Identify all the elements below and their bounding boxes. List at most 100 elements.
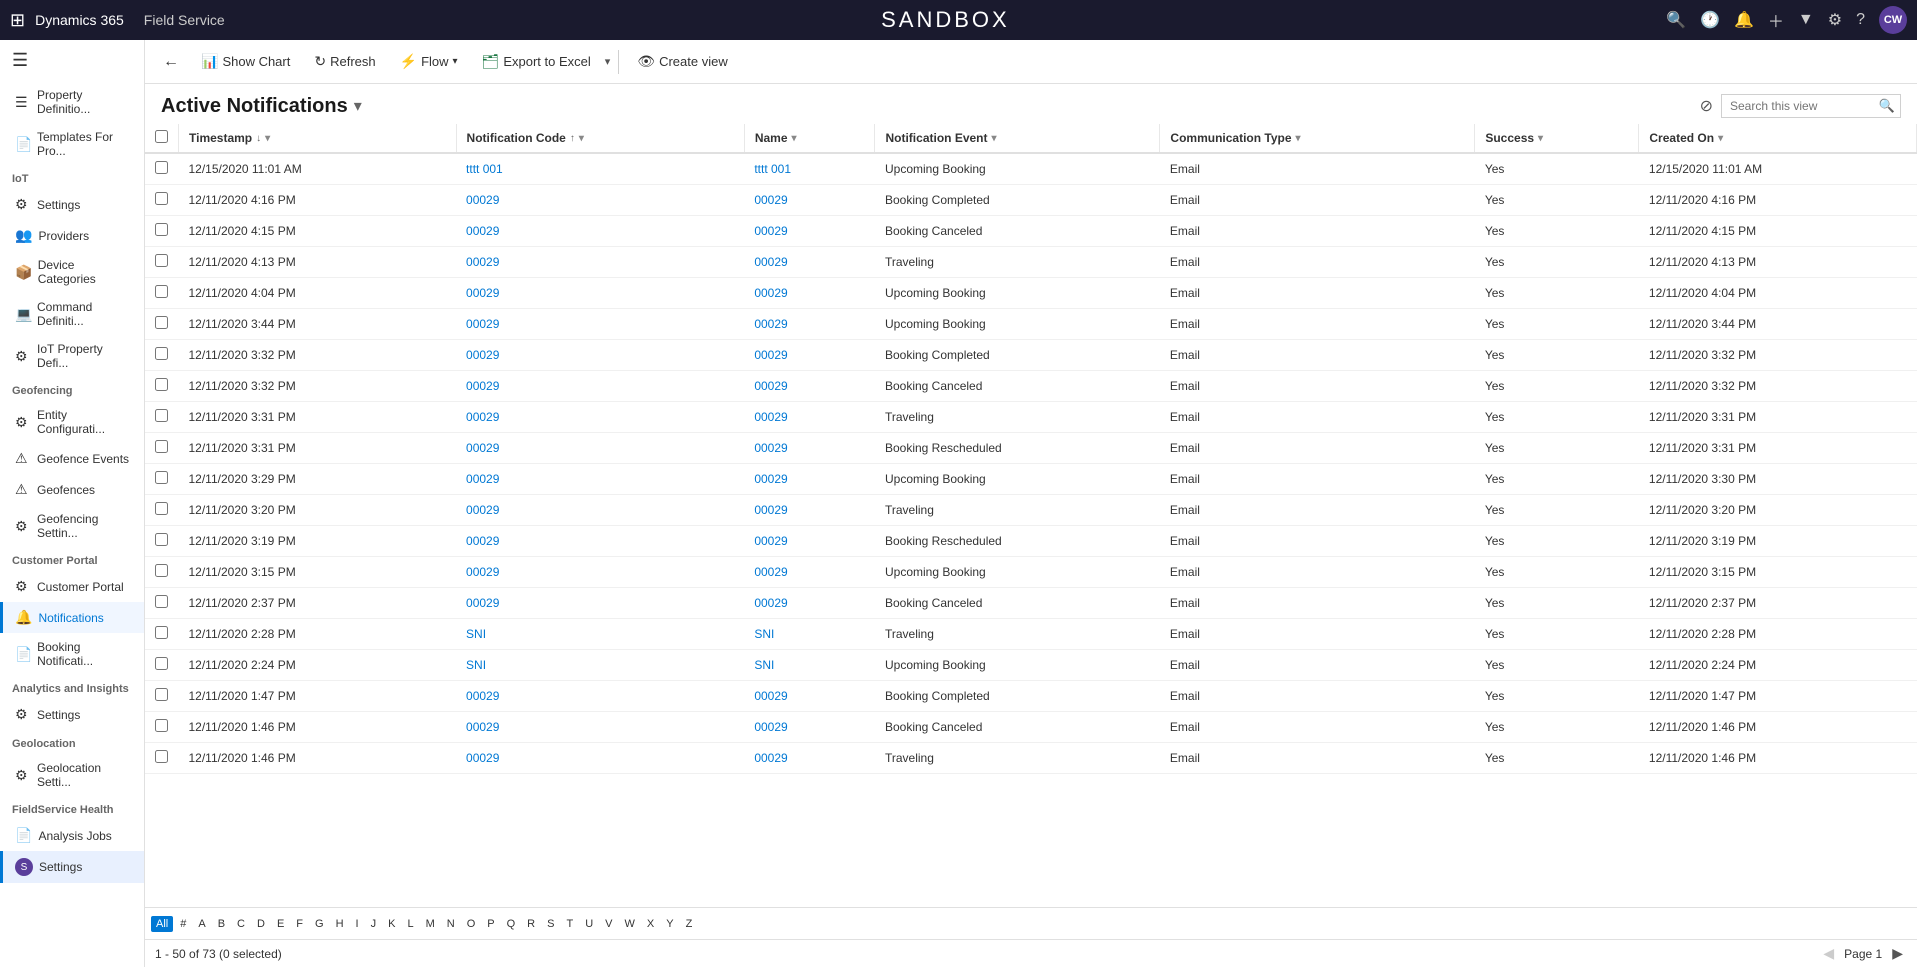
row-checkbox[interactable] <box>155 657 168 670</box>
row-checkbox[interactable] <box>155 502 168 515</box>
notification-code-link[interactable]: 00029 <box>466 534 499 548</box>
name-link[interactable]: 00029 <box>754 751 787 765</box>
col-created-on[interactable]: Created On ▾ <box>1639 124 1917 153</box>
name-link[interactable]: 00029 <box>754 410 787 424</box>
sidebar-item-providers[interactable]: 👥 Providers <box>0 220 144 251</box>
name-link[interactable]: 00029 <box>754 379 787 393</box>
alpha-btn-t[interactable]: T <box>561 916 578 932</box>
notification-code-link[interactable]: 00029 <box>466 472 499 486</box>
export-excel-button[interactable]: 🗂 Export to Excel <box>472 48 601 75</box>
search-input[interactable] <box>1721 94 1901 118</box>
notification-code-link[interactable]: 00029 <box>466 255 499 269</box>
name-link[interactable]: 00029 <box>754 255 787 269</box>
name-link[interactable]: 00029 <box>754 565 787 579</box>
header-filter-icon[interactable]: ⊘ <box>1700 96 1713 116</box>
alpha-btn-o[interactable]: O <box>462 916 481 932</box>
row-checkbox[interactable] <box>155 254 168 267</box>
notification-code-link[interactable]: 00029 <box>466 317 499 331</box>
gear-icon[interactable]: ⚙ <box>1828 10 1842 30</box>
alpha-btn-v[interactable]: V <box>600 916 617 932</box>
name-link[interactable]: 00029 <box>754 286 787 300</box>
notification-code-link[interactable]: 00029 <box>466 751 499 765</box>
alpha-btn-q[interactable]: Q <box>502 916 521 932</box>
apps-icon[interactable]: ⊞ <box>10 10 25 31</box>
notification-code-link[interactable]: 00029 <box>466 286 499 300</box>
row-checkbox[interactable] <box>155 471 168 484</box>
filter-icon[interactable]: ▼ <box>1798 11 1814 29</box>
alpha-btn-j[interactable]: J <box>366 916 382 932</box>
row-checkbox[interactable] <box>155 316 168 329</box>
sidebar-item-geofencing-settings[interactable]: ⚙ Geofencing Settin... <box>0 505 144 547</box>
bell-icon[interactable]: 🔔 <box>1734 10 1754 30</box>
sidebar-item-iot-property[interactable]: ⚙ IoT Property Defi... <box>0 335 144 377</box>
row-checkbox[interactable] <box>155 564 168 577</box>
alpha-btn-all[interactable]: All <box>151 916 173 932</box>
sidebar-item-settings-bottom[interactable]: S Settings <box>0 851 144 883</box>
hamburger-menu[interactable]: ☰ <box>0 40 144 81</box>
alpha-btn-f[interactable]: F <box>291 916 308 932</box>
name-link[interactable]: tttt 001 <box>754 162 791 176</box>
alpha-btn-p[interactable]: P <box>482 916 499 932</box>
notification-code-link[interactable]: 00029 <box>466 689 499 703</box>
name-link[interactable]: 00029 <box>754 224 787 238</box>
sidebar-item-analysis-jobs[interactable]: 📄 Analysis Jobs <box>0 820 144 851</box>
sidebar-item-customer-portal[interactable]: ⚙ Customer Portal <box>0 571 144 602</box>
col-success-filter-icon[interactable]: ▾ <box>1538 133 1543 144</box>
alpha-btn-y[interactable]: Y <box>661 916 678 932</box>
row-checkbox[interactable] <box>155 409 168 422</box>
search-icon[interactable]: 🔍 <box>1879 98 1895 114</box>
name-link[interactable]: 00029 <box>754 720 787 734</box>
row-checkbox[interactable] <box>155 347 168 360</box>
alpha-btn-h[interactable]: H <box>331 916 349 932</box>
alpha-btn-s[interactable]: S <box>542 916 559 932</box>
name-link[interactable]: SNI <box>754 658 774 672</box>
notification-code-link[interactable]: 00029 <box>466 596 499 610</box>
sidebar-item-booking-notif[interactable]: 📄 Booking Notificati... <box>0 633 144 675</box>
row-checkbox[interactable] <box>155 161 168 174</box>
alpha-btn-i[interactable]: I <box>351 916 364 932</box>
row-checkbox[interactable] <box>155 719 168 732</box>
name-link[interactable]: 00029 <box>754 596 787 610</box>
row-checkbox[interactable] <box>155 192 168 205</box>
create-view-button[interactable]: 👁 Create view <box>627 48 737 75</box>
col-timestamp[interactable]: Timestamp ↓ ▾ <box>179 124 457 153</box>
show-chart-button[interactable]: 📊 Show Chart <box>191 48 300 75</box>
alpha-btn-g[interactable]: G <box>310 916 329 932</box>
alpha-btn-a[interactable]: A <box>193 916 210 932</box>
alpha-btn-d[interactable]: D <box>252 916 270 932</box>
sidebar-item-entity-config[interactable]: ⚙ Entity Configurati... <box>0 401 144 443</box>
alpha-btn-k[interactable]: K <box>383 916 400 932</box>
row-checkbox[interactable] <box>155 223 168 236</box>
col-notif-event-filter-icon[interactable]: ▾ <box>992 133 997 144</box>
name-link[interactable]: 00029 <box>754 193 787 207</box>
notification-code-link[interactable]: 00029 <box>466 410 499 424</box>
page-title-chevron-icon[interactable]: ▾ <box>354 96 362 116</box>
alpha-btn-l[interactable]: L <box>402 916 418 932</box>
name-link[interactable]: 00029 <box>754 317 787 331</box>
col-notification-code[interactable]: Notification Code ↑ ▾ <box>456 124 744 153</box>
row-checkbox[interactable] <box>155 378 168 391</box>
flow-button[interactable]: ⚡ Flow ▾ <box>390 48 468 75</box>
alpha-btn-u[interactable]: U <box>580 916 598 932</box>
alpha-btn-n[interactable]: N <box>442 916 460 932</box>
notification-code-link[interactable]: 00029 <box>466 193 499 207</box>
search-icon[interactable]: 🔍 <box>1666 10 1686 30</box>
row-checkbox[interactable] <box>155 750 168 763</box>
col-notif-code-filter-icon[interactable]: ▾ <box>579 133 584 144</box>
select-all-checkbox[interactable] <box>155 130 168 143</box>
notification-code-link[interactable]: 00029 <box>466 720 499 734</box>
sort-down-icon[interactable]: ↓ <box>256 133 261 144</box>
help-icon[interactable]: ? <box>1856 11 1865 29</box>
row-checkbox[interactable] <box>155 626 168 639</box>
notification-code-link[interactable]: 00029 <box>466 348 499 362</box>
alpha-btn-w[interactable]: W <box>620 916 640 932</box>
sidebar-item-command-def[interactable]: 💻 Command Definiti... <box>0 293 144 335</box>
col-communication-type[interactable]: Communication Type ▾ <box>1160 124 1475 153</box>
notification-code-link[interactable]: 00029 <box>466 565 499 579</box>
sidebar-item-device-categories[interactable]: 📦 Device Categories <box>0 251 144 293</box>
alpha-btn-e[interactable]: E <box>272 916 289 932</box>
export-chevron-icon[interactable]: ▾ <box>605 55 611 68</box>
sidebar-item-geofences[interactable]: ⚠ Geofences <box>0 474 144 505</box>
row-checkbox[interactable] <box>155 688 168 701</box>
name-link[interactable]: 00029 <box>754 689 787 703</box>
